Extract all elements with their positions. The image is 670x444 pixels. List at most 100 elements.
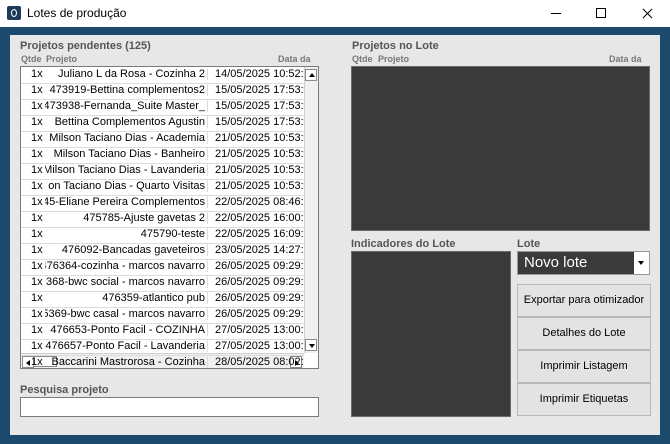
row-qty: 1x xyxy=(31,340,43,352)
lot-col-project[interactable]: Projeto xyxy=(378,54,409,64)
table-row[interactable]: 1x Juliano L da Rosa - Cozinha 2 14/05/202… xyxy=(21,67,304,84)
scroll-down-arrow-icon[interactable] xyxy=(305,339,317,351)
row-date: 27/05/2025 13:00: xyxy=(207,340,304,352)
row-date: 21/05/2025 10:53: xyxy=(207,148,304,160)
row-project-cell: 476092-Bancadas gaveteiros xyxy=(45,244,205,256)
table-row[interactable]: 1x 368-bwc social - marcos navarro 26/05/2… xyxy=(21,275,304,292)
title-bar: Lotes de produção xyxy=(0,0,670,27)
row-date: 26/05/2025 09:29: xyxy=(207,292,304,304)
row-project-cell: 476359-atlantico pub xyxy=(45,292,205,304)
row-qty: 1x xyxy=(31,84,43,96)
chevron-down-icon[interactable] xyxy=(634,252,649,274)
lot-col-qty[interactable]: Qtde xyxy=(352,54,373,64)
row-project: 473919-Bettina complementos2 xyxy=(49,84,205,96)
table-row[interactable]: 1x 476359-atlantico pub 26/05/2025 09:29: xyxy=(21,291,304,308)
row-qty: 1x xyxy=(31,164,43,176)
row-project-cell: 45-Eliane Pereira Complementos xyxy=(45,196,205,208)
row-project-cell: 475790-teste xyxy=(45,228,205,240)
row-project-cell: 476364-cozinha - marcos navarro xyxy=(45,260,205,272)
table-row[interactable]: 1x 475785-Ajuste gavetas 2 22/05/2025 16:0… xyxy=(21,211,304,228)
row-project: on Taciano Dias - Quarto Visitas xyxy=(48,180,205,192)
table-row[interactable]: 1x 476092-Bancadas gaveteiros 23/05/2025 1… xyxy=(21,243,304,260)
table-row[interactable]: 1x Bettina Complementos Agustin 15/05/2025… xyxy=(21,115,304,132)
row-project: Baccarini Mastrorosa - Cozinha xyxy=(51,356,205,368)
row-project-cell: 476653-Ponto Facil - COZINHA xyxy=(45,324,205,336)
row-qty: 1x xyxy=(31,132,43,144)
vertical-scrollbar[interactable] xyxy=(304,67,318,353)
table-row[interactable]: 1x 476657-Ponto Facil - Lavanderia 27/05/2… xyxy=(21,339,304,356)
pending-projects-list[interactable]: 1x Juliano L da Rosa - Cozinha 2 14/05/202… xyxy=(20,66,319,369)
lot-details-button[interactable]: Detalhes do Lote xyxy=(517,317,651,350)
row-project: 473938-Fernanda_Suite Master_ xyxy=(45,100,205,112)
table-row[interactable]: 1x 475790-teste 22/05/2025 16:09: xyxy=(21,227,304,244)
row-project-cell: Bettina Complementos Agustin xyxy=(45,116,205,128)
table-row[interactable]: 1x 476364-cozinha - marcos navarro 26/05/2… xyxy=(21,259,304,276)
print-labels-button[interactable]: Imprimir Etiquetas xyxy=(517,383,651,416)
row-qty: 1x xyxy=(31,292,43,304)
table-row[interactable]: 1x Milson Taciano Dias - Banheiro 21/05/20… xyxy=(21,147,304,164)
table-row[interactable]: 1x 473919-Bettina complementos2 15/05/2025… xyxy=(21,83,304,100)
lot-indicators-panel xyxy=(351,251,511,417)
table-row[interactable]: 1x Milson Taciano Dias - Academia 21/05/20… xyxy=(21,131,304,148)
table-row[interactable]: 1x 5369-bwc casal - marcos navarro 26/05/2… xyxy=(21,307,304,324)
lot-select-value: Novo lote xyxy=(524,254,588,271)
pending-col-date[interactable]: Data da xyxy=(278,54,311,64)
row-qty: 1x xyxy=(31,68,43,80)
row-qty: 1x xyxy=(31,308,43,320)
row-project: 476657-Ponto Facil - Lavanderia xyxy=(45,340,205,352)
row-project-cell: Milson Taciano Dias - Banheiro xyxy=(45,148,205,160)
table-row[interactable]: 1x 473938-Fernanda_Suite Master_ 15/05/202… xyxy=(21,99,304,116)
close-button[interactable] xyxy=(624,0,670,27)
print-list-button[interactable]: Imprimir Listagem xyxy=(517,350,651,383)
row-date: 26/05/2025 09:29: xyxy=(207,308,304,320)
row-qty: 1x xyxy=(31,324,43,336)
row-qty: 1x xyxy=(31,244,43,256)
table-row[interactable]: 1x 45-Eliane Pereira Complementos 22/05/20… xyxy=(21,195,304,212)
row-project: 475790-teste xyxy=(140,228,205,240)
maximize-button[interactable] xyxy=(578,0,624,27)
row-qty: 1x xyxy=(31,196,43,208)
row-date: 21/05/2025 10:53: xyxy=(207,180,304,192)
window-title: Lotes de produção xyxy=(27,6,127,20)
table-row[interactable]: 1x Milson Taciano Dias - Lavanderia 21/05/… xyxy=(21,163,304,180)
row-project: Milson Taciano Dias - Academia xyxy=(49,132,205,144)
row-project: Bettina Complementos Agustin xyxy=(54,116,205,128)
row-qty: 1x xyxy=(31,228,43,240)
row-project-cell: on Taciano Dias - Quarto Visitas xyxy=(45,180,205,192)
scroll-up-arrow-icon[interactable] xyxy=(305,69,317,81)
app-icon xyxy=(7,6,21,20)
row-project-cell: Milson Taciano Dias - Lavanderia xyxy=(45,164,205,176)
minimize-button[interactable] xyxy=(532,0,578,27)
row-qty: 1x xyxy=(31,148,43,160)
row-date: 15/05/2025 17:53: xyxy=(207,100,304,112)
row-project: 476359-atlantico pub xyxy=(102,292,205,304)
row-date: 15/05/2025 17:53: xyxy=(207,116,304,128)
row-qty: 1x xyxy=(31,260,43,272)
pending-col-project[interactable]: Projeto xyxy=(46,54,77,64)
row-date: 28/05/2025 08:02: xyxy=(207,356,304,368)
row-project-cell: 368-bwc social - marcos navarro xyxy=(45,276,205,288)
pending-col-qty[interactable]: Qtde xyxy=(21,54,42,64)
row-project: 45-Eliane Pereira Complementos xyxy=(45,196,205,208)
row-qty: 1x xyxy=(31,276,43,288)
lot-col-date[interactable]: Data da xyxy=(609,54,642,64)
export-optimizer-button[interactable]: Exportar para otimizador xyxy=(517,284,651,317)
row-project-cell: 476657-Ponto Facil - Lavanderia xyxy=(45,340,205,352)
row-date: 15/05/2025 17:53: xyxy=(207,84,304,96)
lot-select[interactable]: Novo lote xyxy=(517,251,650,275)
table-row[interactable]: 1x on Taciano Dias - Quarto Visitas 21/05/… xyxy=(21,179,304,196)
lot-label: Lote xyxy=(517,238,541,250)
row-date: 14/05/2025 10:52: xyxy=(207,68,304,80)
pending-projects-title: Projetos pendentes (125) xyxy=(20,40,151,52)
table-row[interactable]: 1x Baccarini Mastrorosa - Cozinha 28/05/20… xyxy=(21,355,304,368)
row-project: 476653-Ponto Facil - COZINHA xyxy=(50,324,205,336)
row-project: Milson Taciano Dias - Lavanderia xyxy=(45,164,205,176)
row-date: 21/05/2025 10:53: xyxy=(207,164,304,176)
row-date: 27/05/2025 13:00: xyxy=(207,324,304,336)
row-date: 22/05/2025 08:46: xyxy=(207,196,304,208)
search-project-input[interactable] xyxy=(20,397,319,417)
lot-projects-list[interactable] xyxy=(351,66,650,231)
table-row[interactable]: 1x 476653-Ponto Facil - COZINHA 27/05/2025… xyxy=(21,323,304,340)
row-project: 475785-Ajuste gavetas 2 xyxy=(83,212,205,224)
row-date: 26/05/2025 09:29: xyxy=(207,276,304,288)
